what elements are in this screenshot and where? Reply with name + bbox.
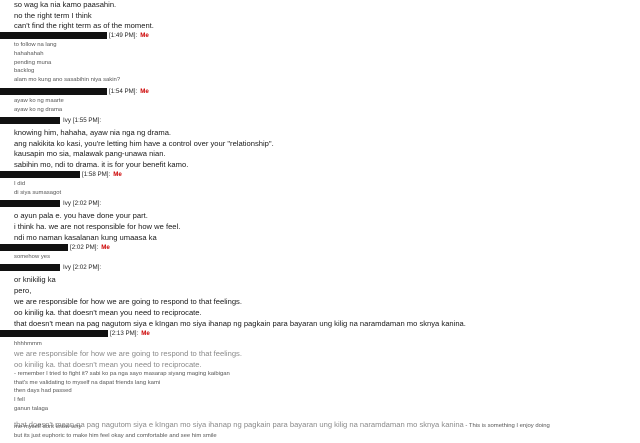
message-line: we are responsible for how we are going …	[14, 297, 242, 306]
message-line: di siya sumasagot	[14, 190, 62, 196]
redacted-name	[0, 200, 60, 207]
timestamp: [2:02 PM]:	[72, 264, 102, 272]
message-line: kausapin mo sia, malawak pang-unawa nian…	[14, 149, 166, 158]
message-line: pero,	[14, 286, 32, 295]
timestamp: [2:02 PM]:	[70, 244, 99, 252]
redacted-name	[0, 88, 107, 95]
redacted-name	[0, 244, 68, 251]
message-line: ganun talaga	[14, 406, 49, 412]
quoted-text: that doesn't mean na pag nagutom siya e …	[14, 420, 464, 429]
message-header: [1:49 PM]: Me	[0, 32, 149, 40]
message-line: ang nakikita ko kasi, you're letting him…	[14, 139, 274, 148]
message-line: pending muna	[14, 60, 52, 66]
redacted-name	[0, 117, 60, 124]
timestamp: [1:54 PM]:	[109, 88, 138, 96]
timestamp: [2:13 PM]:	[110, 330, 139, 338]
message-line: can't find the right term as of the mome…	[14, 21, 154, 30]
reply-text: - This is something I enjoy doing	[463, 423, 550, 429]
message-header: [1:58 PM]: Me	[0, 171, 122, 179]
message-line: so wag ka nia kamo paasahin.	[14, 0, 117, 9]
sender-name: Me	[140, 88, 149, 96]
sender-name: Ivy	[63, 117, 71, 125]
message-header: [1:54 PM]: Me	[0, 88, 149, 96]
sender-name: Me	[101, 244, 110, 252]
message-line: sabihin mo, ndi to drama. it is for your…	[14, 160, 189, 169]
message-line: o ayun pala e. you have done your part.	[14, 211, 148, 220]
sender-name: Ivy	[63, 200, 71, 208]
quoted-line: oo kinilig ka. that doesn't mean you nee…	[14, 360, 202, 369]
message-line: or knikilig ka	[14, 275, 56, 284]
message-line: alam mo kung ano sasabihin niya sakin?	[14, 77, 121, 83]
message-line: hhhhmmm	[14, 341, 42, 347]
message-line: hahahahah	[14, 51, 44, 57]
redacted-name	[0, 264, 60, 271]
message-line: I fell	[14, 397, 25, 403]
message-line: but its just euphoric to make him feel o…	[14, 433, 217, 439]
quoted-line: we are responsible for how we are going …	[14, 349, 242, 358]
message-line: that's me validating to myself na dapat …	[14, 380, 161, 386]
message-line: oo kinilig ka. that doesn't mean you nee…	[14, 308, 202, 317]
message-header: Ivy [2:02 PM]:	[0, 200, 101, 208]
message-line: i think ha. we are not responsible for h…	[14, 222, 181, 231]
message-header: [2:13 PM]: Me	[0, 330, 150, 338]
message-line: then days had passed	[14, 388, 72, 394]
timestamp: [1:58 PM]:	[82, 171, 111, 179]
message-line: knowing him, hahaha, ayaw nia nga ng dra…	[14, 128, 172, 137]
message-line: backlog	[14, 68, 35, 74]
timestamp: [1:55 PM]:	[72, 117, 102, 125]
timestamp: [1:49 PM]:	[109, 32, 138, 40]
message-header: Ivy [1:55 PM]:	[0, 117, 101, 125]
timestamp: [2:02 PM]:	[72, 200, 102, 208]
message-header: Ivy [2:02 PM]:	[0, 264, 101, 272]
redacted-name	[0, 32, 107, 39]
message-header: [2:02 PM]: Me	[0, 244, 110, 252]
redacted-name	[0, 330, 108, 337]
redacted-name	[0, 171, 80, 178]
message-line: ndi mo naman kasalanan kung umaasa ka	[14, 233, 157, 242]
sender-name: Ivy	[63, 264, 71, 272]
sender-name: Me	[140, 32, 149, 40]
message-line: ayaw ko ng maarte	[14, 98, 64, 104]
sender-name: Me	[141, 330, 150, 338]
sender-name: Me	[113, 171, 122, 179]
message-line: - remember I tried to fight it? sabi ko …	[14, 371, 230, 377]
message-line: that doesn't mean na pag nagutom siya e …	[14, 319, 466, 328]
message-line: no the right term I think	[14, 11, 92, 20]
message-line: I did	[14, 181, 26, 187]
message-line: ayaw ko ng drama	[14, 107, 63, 113]
message-line: to follow na lang	[14, 42, 57, 48]
message-line: that doesn't mean na pag nagutom siya e …	[14, 414, 550, 432]
message-line: somehow yes	[14, 254, 51, 260]
message-line: me myself dont know why	[14, 424, 82, 430]
